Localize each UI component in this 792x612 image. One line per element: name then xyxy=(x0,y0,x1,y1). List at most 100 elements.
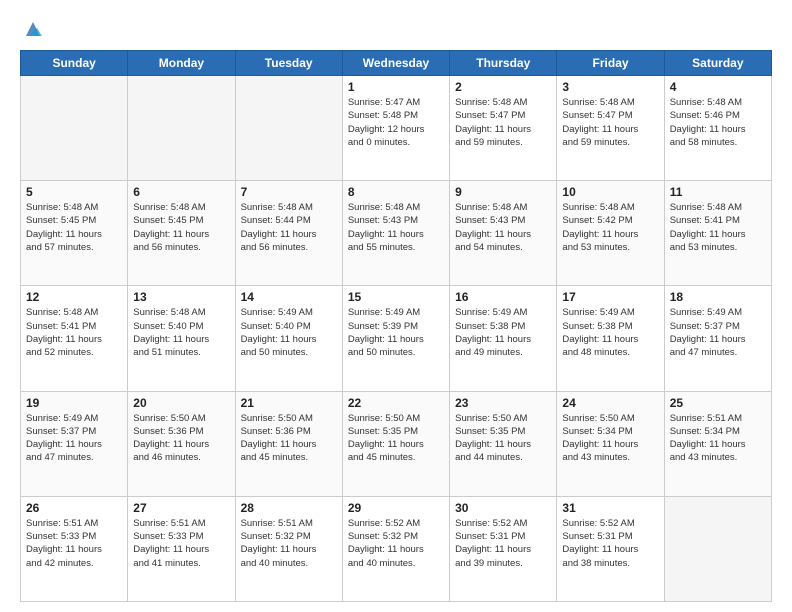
calendar-cell: 12 Sunrise: 5:48 AMSunset: 5:41 PMDayligh… xyxy=(21,286,128,391)
day-info: Sunrise: 5:48 AMSunset: 5:47 PMDaylight:… xyxy=(455,96,551,149)
calendar-cell: 7 Sunrise: 5:48 AMSunset: 5:44 PMDaylight… xyxy=(235,181,342,286)
calendar-cell: 17Sunrise: 5:49 AMSunset: 5:38 PMDayligh… xyxy=(557,286,664,391)
day-info: Sunrise: 5:49 AMSunset: 5:40 PMDaylight:… xyxy=(241,306,337,359)
calendar-cell xyxy=(128,76,235,181)
calendar-cell: 3Sunrise: 5:48 AMSunset: 5:47 PMDaylight… xyxy=(557,76,664,181)
day-number: 8 xyxy=(348,185,444,199)
calendar-cell: 4 Sunrise: 5:48 AMSunset: 5:46 PMDaylight… xyxy=(664,76,771,181)
calendar-cell: 9 Sunrise: 5:48 AMSunset: 5:43 PMDaylight… xyxy=(450,181,557,286)
day-number: 9 xyxy=(455,185,551,199)
calendar-cell: 27 Sunrise: 5:51 AMSunset: 5:33 PMDayligh… xyxy=(128,496,235,601)
day-info: Sunrise: 5:50 AMSunset: 5:35 PMDaylight:… xyxy=(455,412,551,465)
day-info: Sunrise: 5:51 AMSunset: 5:33 PMDaylight:… xyxy=(133,517,229,570)
day-number: 15 xyxy=(348,290,444,304)
day-header-sunday: Sunday xyxy=(21,51,128,76)
day-number: 11 xyxy=(670,185,766,199)
day-info: Sunrise: 5:50 AMSunset: 5:36 PMDaylight:… xyxy=(241,412,337,465)
day-number: 30 xyxy=(455,501,551,515)
calendar-cell: 11 Sunrise: 5:48 AMSunset: 5:41 PMDayligh… xyxy=(664,181,771,286)
day-number: 23 xyxy=(455,396,551,410)
day-info: Sunrise: 5:50 AMSunset: 5:34 PMDaylight:… xyxy=(562,412,658,465)
day-number: 27 xyxy=(133,501,229,515)
day-number: 24 xyxy=(562,396,658,410)
day-header-tuesday: Tuesday xyxy=(235,51,342,76)
day-info: Sunrise: 5:51 AMSunset: 5:32 PMDaylight:… xyxy=(241,517,337,570)
day-number: 12 xyxy=(26,290,122,304)
calendar-cell xyxy=(664,496,771,601)
day-number: 4 xyxy=(670,80,766,94)
day-info: Sunrise: 5:49 AMSunset: 5:38 PMDaylight:… xyxy=(455,306,551,359)
logo xyxy=(20,18,44,40)
day-number: 14 xyxy=(241,290,337,304)
calendar-week-row: 26 Sunrise: 5:51 AMSunset: 5:33 PMDayligh… xyxy=(21,496,772,601)
calendar-cell: 25 Sunrise: 5:51 AMSunset: 5:34 PMDayligh… xyxy=(664,391,771,496)
day-number: 20 xyxy=(133,396,229,410)
day-info: Sunrise: 5:48 AMSunset: 5:43 PMDaylight:… xyxy=(455,201,551,254)
calendar-cell: 1Sunrise: 5:47 AMSunset: 5:48 PMDaylight… xyxy=(342,76,449,181)
calendar-cell xyxy=(235,76,342,181)
day-info: Sunrise: 5:49 AMSunset: 5:38 PMDaylight:… xyxy=(562,306,658,359)
calendar-cell: 30 Sunrise: 5:52 AMSunset: 5:31 PMDayligh… xyxy=(450,496,557,601)
calendar-week-row: 1Sunrise: 5:47 AMSunset: 5:48 PMDaylight… xyxy=(21,76,772,181)
calendar-header-row: SundayMondayTuesdayWednesdayThursdayFrid… xyxy=(21,51,772,76)
calendar-cell: 18 Sunrise: 5:49 AMSunset: 5:37 PMDayligh… xyxy=(664,286,771,391)
day-number: 26 xyxy=(26,501,122,515)
day-info: Sunrise: 5:49 AMSunset: 5:37 PMDaylight:… xyxy=(26,412,122,465)
calendar-cell: 29 Sunrise: 5:52 AMSunset: 5:32 PMDayligh… xyxy=(342,496,449,601)
day-info: Sunrise: 5:48 AMSunset: 5:45 PMDaylight:… xyxy=(133,201,229,254)
calendar-cell: 5 Sunrise: 5:48 AMSunset: 5:45 PMDaylight… xyxy=(21,181,128,286)
calendar-cell: 14 Sunrise: 5:49 AMSunset: 5:40 PMDayligh… xyxy=(235,286,342,391)
day-number: 18 xyxy=(670,290,766,304)
day-info: Sunrise: 5:51 AMSunset: 5:34 PMDaylight:… xyxy=(670,412,766,465)
day-number: 3 xyxy=(562,80,658,94)
day-info: Sunrise: 5:49 AMSunset: 5:39 PMDaylight:… xyxy=(348,306,444,359)
day-info: Sunrise: 5:50 AMSunset: 5:36 PMDaylight:… xyxy=(133,412,229,465)
day-info: Sunrise: 5:52 AMSunset: 5:32 PMDaylight:… xyxy=(348,517,444,570)
logo-icon xyxy=(22,18,44,40)
day-info: Sunrise: 5:50 AMSunset: 5:35 PMDaylight:… xyxy=(348,412,444,465)
day-number: 16 xyxy=(455,290,551,304)
calendar-cell: 21 Sunrise: 5:50 AMSunset: 5:36 PMDayligh… xyxy=(235,391,342,496)
day-info: Sunrise: 5:52 AMSunset: 5:31 PMDaylight:… xyxy=(455,517,551,570)
calendar-cell: 15 Sunrise: 5:49 AMSunset: 5:39 PMDayligh… xyxy=(342,286,449,391)
calendar-table: SundayMondayTuesdayWednesdayThursdayFrid… xyxy=(20,50,772,602)
day-info: Sunrise: 5:49 AMSunset: 5:37 PMDaylight:… xyxy=(670,306,766,359)
calendar-cell: 19 Sunrise: 5:49 AMSunset: 5:37 PMDayligh… xyxy=(21,391,128,496)
calendar-cell: 31 Sunrise: 5:52 AMSunset: 5:31 PMDayligh… xyxy=(557,496,664,601)
calendar-cell: 10Sunrise: 5:48 AMSunset: 5:42 PMDayligh… xyxy=(557,181,664,286)
day-number: 1 xyxy=(348,80,444,94)
day-number: 21 xyxy=(241,396,337,410)
day-number: 6 xyxy=(133,185,229,199)
calendar-week-row: 5 Sunrise: 5:48 AMSunset: 5:45 PMDaylight… xyxy=(21,181,772,286)
day-header-wednesday: Wednesday xyxy=(342,51,449,76)
day-info: Sunrise: 5:48 AMSunset: 5:46 PMDaylight:… xyxy=(670,96,766,149)
day-number: 25 xyxy=(670,396,766,410)
calendar-cell: 26 Sunrise: 5:51 AMSunset: 5:33 PMDayligh… xyxy=(21,496,128,601)
day-number: 31 xyxy=(562,501,658,515)
day-number: 10 xyxy=(562,185,658,199)
page: SundayMondayTuesdayWednesdayThursdayFrid… xyxy=(0,0,792,612)
calendar-cell: 24 Sunrise: 5:50 AMSunset: 5:34 PMDayligh… xyxy=(557,391,664,496)
day-number: 22 xyxy=(348,396,444,410)
calendar-cell: 2 Sunrise: 5:48 AMSunset: 5:47 PMDaylight… xyxy=(450,76,557,181)
calendar-cell xyxy=(21,76,128,181)
day-number: 13 xyxy=(133,290,229,304)
day-info: Sunrise: 5:51 AMSunset: 5:33 PMDaylight:… xyxy=(26,517,122,570)
day-number: 2 xyxy=(455,80,551,94)
calendar-cell: 8Sunrise: 5:48 AMSunset: 5:43 PMDaylight… xyxy=(342,181,449,286)
day-number: 19 xyxy=(26,396,122,410)
day-info: Sunrise: 5:48 AMSunset: 5:44 PMDaylight:… xyxy=(241,201,337,254)
calendar-cell: 23 Sunrise: 5:50 AMSunset: 5:35 PMDayligh… xyxy=(450,391,557,496)
day-number: 7 xyxy=(241,185,337,199)
day-header-friday: Friday xyxy=(557,51,664,76)
day-info: Sunrise: 5:48 AMSunset: 5:45 PMDaylight:… xyxy=(26,201,122,254)
day-info: Sunrise: 5:48 AMSunset: 5:41 PMDaylight:… xyxy=(670,201,766,254)
day-header-monday: Monday xyxy=(128,51,235,76)
calendar-week-row: 19 Sunrise: 5:49 AMSunset: 5:37 PMDayligh… xyxy=(21,391,772,496)
calendar-week-row: 12 Sunrise: 5:48 AMSunset: 5:41 PMDayligh… xyxy=(21,286,772,391)
day-info: Sunrise: 5:48 AMSunset: 5:41 PMDaylight:… xyxy=(26,306,122,359)
calendar-cell: 16 Sunrise: 5:49 AMSunset: 5:38 PMDayligh… xyxy=(450,286,557,391)
day-number: 29 xyxy=(348,501,444,515)
day-number: 5 xyxy=(26,185,122,199)
day-info: Sunrise: 5:52 AMSunset: 5:31 PMDaylight:… xyxy=(562,517,658,570)
